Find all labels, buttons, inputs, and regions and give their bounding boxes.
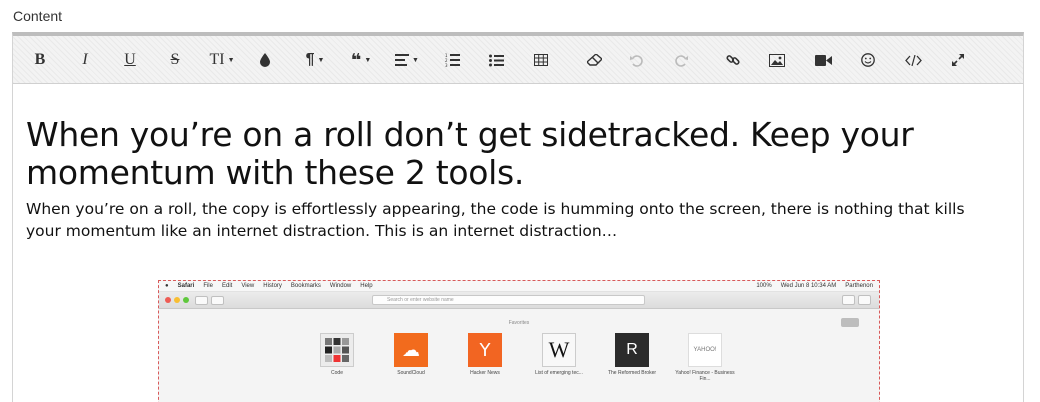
reformed-broker-icon: R: [615, 333, 649, 367]
fullscreen-button[interactable]: [949, 48, 967, 72]
mac-menubar: ● Safari File Edit View History Bookmark…: [159, 281, 879, 292]
article-paragraph: When you’re on a roll, the copy is effor…: [26, 200, 965, 240]
embedded-screenshot-image[interactable]: ● Safari File Edit View History Bookmark…: [158, 280, 880, 402]
editor-content-area[interactable]: When you’re on a roll don’t get sidetrac…: [13, 85, 1023, 402]
favorite-tile: ☁ SoundCloud: [381, 333, 441, 376]
toggle-icon: [841, 318, 859, 327]
menubar-status: 100%: [756, 283, 772, 289]
bold-button[interactable]: B: [31, 48, 49, 72]
align-button[interactable]: ▼: [392, 48, 422, 72]
favorite-tile: R The Reformed Broker: [602, 333, 662, 376]
zoom-dot-icon: [183, 297, 189, 303]
content-field-label: Content: [13, 8, 63, 24]
menubar-item: History: [263, 283, 282, 289]
font-size-button[interactable]: TI ▼: [207, 48, 237, 72]
rich-text-editor: B I U S TI ▼ ¶ ▼ ❝ ▼ ▼ 123 When you’re o…: [12, 32, 1024, 402]
redo-icon: [674, 54, 688, 67]
chevron-down-icon: ▼: [412, 56, 419, 64]
hacker-news-icon: Y: [468, 333, 502, 367]
favorite-label: The Reformed Broker: [607, 370, 657, 376]
favorite-label: Hacker News: [470, 370, 500, 376]
yahoo-icon: YAHOO!: [688, 333, 722, 367]
strikethrough-icon: S: [170, 51, 180, 68]
share-tabs-icons: [842, 295, 871, 305]
sidebar-icon: [211, 295, 224, 305]
underline-icon: U: [124, 51, 136, 68]
favorites-label: Favorites: [508, 320, 530, 326]
table-icon: [534, 54, 548, 66]
color-drop-icon: [260, 53, 270, 67]
image-icon: [769, 53, 785, 67]
quote-button[interactable]: ❝ ▼: [346, 48, 376, 72]
menubar-item: Edit: [221, 283, 233, 289]
video-icon: [814, 54, 832, 66]
emoticons-button[interactable]: [859, 48, 877, 72]
ordered-list-button[interactable]: 123: [443, 48, 461, 72]
close-dot-icon: [165, 297, 171, 303]
undo-icon: [629, 54, 643, 67]
undo-button[interactable]: [627, 48, 645, 72]
chevron-down-icon: ▼: [317, 56, 325, 64]
clear-formatting-button[interactable]: [585, 48, 603, 72]
favorite-tile: YAHOO! Yahoo! Finance - Business Fin...: [675, 333, 735, 382]
ordered-list-icon: 123: [445, 53, 460, 67]
menubar-status: Parthenon: [845, 283, 873, 289]
bold-icon: B: [34, 51, 46, 68]
safari-toolbar: Search or enter website name: [159, 292, 879, 309]
menubar-app-name: Safari: [177, 283, 195, 289]
pilcrow-icon: ¶: [305, 51, 315, 68]
wikipedia-icon: W: [542, 333, 576, 367]
favorite-tile: Code: [307, 333, 367, 376]
favorite-label: Yahoo! Finance - Business Fin...: [675, 370, 735, 382]
paragraph-format-button[interactable]: ¶ ▼: [301, 48, 329, 72]
insert-table-button[interactable]: [532, 48, 550, 72]
menubar-item: View: [241, 283, 255, 289]
menubar-item: Help: [360, 283, 373, 289]
insert-link-button[interactable]: [724, 48, 742, 72]
favorite-label: Code: [331, 370, 343, 376]
minimize-dot-icon: [174, 297, 180, 303]
smiley-icon: [861, 53, 875, 67]
eraser-icon: [586, 54, 602, 66]
favorite-tile: W List of emerging tec...: [529, 333, 589, 376]
favorite-tile: Y Hacker News: [455, 333, 515, 376]
insert-video-button[interactable]: [813, 48, 833, 72]
code-icon: [904, 54, 922, 66]
favorite-label: SoundCloud: [397, 370, 425, 376]
unordered-list-button[interactable]: [487, 48, 505, 72]
favorite-label: List of emerging tec...: [535, 370, 583, 376]
italic-button[interactable]: I: [76, 48, 94, 72]
soundcloud-icon: ☁: [394, 333, 428, 367]
editor-toolbar: B I U S TI ▼ ¶ ▼ ❝ ▼ ▼ 123: [13, 36, 1023, 84]
menubar-item: Window: [329, 283, 352, 289]
menubar-status: Wed Jun 8 10:34 AM: [780, 283, 837, 289]
link-icon: [726, 55, 740, 65]
chevron-down-icon: ▼: [227, 56, 235, 64]
quote-icon: ❝: [350, 49, 362, 71]
insert-image-button[interactable]: [768, 48, 786, 72]
text-color-button[interactable]: [256, 48, 274, 72]
back-forward-icon: [195, 295, 208, 305]
redo-button[interactable]: [672, 48, 690, 72]
expand-icon: [952, 54, 964, 66]
underline-button[interactable]: U: [121, 48, 139, 72]
code-view-button[interactable]: [903, 48, 923, 72]
unordered-list-icon: [488, 54, 504, 66]
article-heading: When you’re on a roll don’t get sidetrac…: [26, 115, 914, 192]
menubar-item: File: [203, 283, 213, 289]
align-left-icon: [395, 54, 410, 66]
chevron-down-icon: ▼: [364, 56, 372, 64]
apple-icon: ●: [165, 283, 169, 289]
menubar-item: Bookmarks: [290, 283, 321, 289]
folder-grid-icon: [320, 333, 354, 367]
font-size-icon: TI: [209, 51, 225, 68]
strikethrough-button[interactable]: S: [166, 48, 184, 72]
url-bar: Search or enter website name: [372, 295, 645, 305]
svg-text:3: 3: [445, 63, 448, 67]
italic-icon: I: [82, 51, 88, 68]
